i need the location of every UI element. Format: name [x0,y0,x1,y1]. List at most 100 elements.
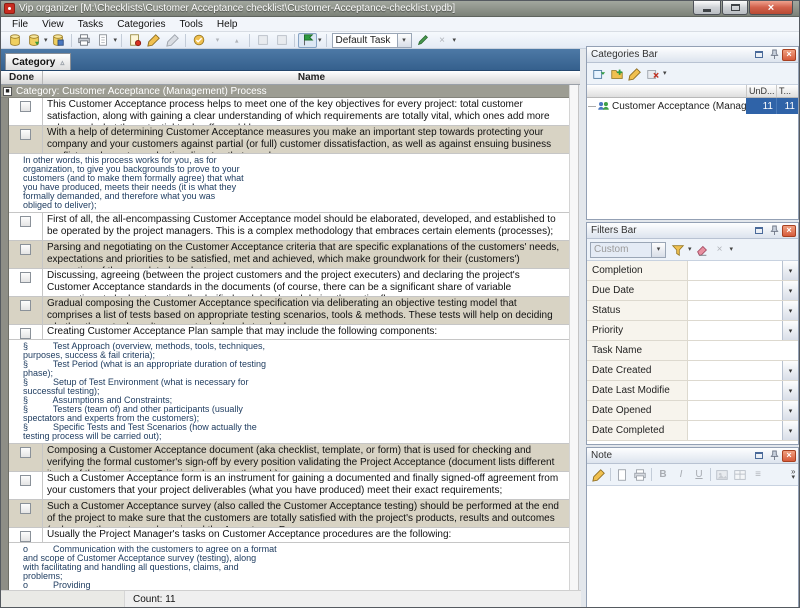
flag-caret-icon[interactable]: ▾ [317,37,323,44]
group-by-category-tab[interactable]: Category ▵ [5,53,71,70]
column-header-done[interactable]: Done [1,71,43,84]
task-row[interactable]: Parsing and negotiating on the Customer … [9,241,569,269]
task-note-row[interactable]: In other words, this process works for y… [9,154,569,213]
clear-filter-button[interactable] [693,241,711,258]
apply-filter-button[interactable] [669,241,687,258]
task-row[interactable]: Discussing, agreeing (between the projec… [9,269,569,297]
filter-value-status[interactable] [688,301,782,320]
note-toolbar-overflow-button[interactable]: » ▾ [790,469,796,481]
open-database-button[interactable] [24,33,43,48]
task-row[interactable]: Composing a Customer Acceptance document… [9,444,569,472]
underline-button[interactable]: U [690,466,708,483]
task-checkbox[interactable] [20,272,31,283]
italic-button[interactable]: I [672,466,690,483]
collapse-icon[interactable]: ■ [3,87,12,96]
filter-drop-button[interactable]: ▾ [782,281,798,300]
task-checkbox[interactable] [20,503,31,514]
bullet-list-button[interactable]: ≡ [749,466,767,483]
edit-category-button[interactable] [626,65,644,82]
filters-pin-button[interactable] [767,225,781,237]
filter-value-completion[interactable] [688,261,782,280]
edit-task-button[interactable] [144,33,163,48]
filter-value-date-last-modified[interactable] [688,381,782,400]
task-row[interactable]: First of all, the all-encompassing Custo… [9,213,569,241]
new-database-button[interactable] [5,33,24,48]
minimize-button[interactable] [693,1,721,15]
categories-toolbar-caret-icon[interactable]: ▾ [662,70,668,77]
filter-value-due-date[interactable] [688,281,782,300]
task-type-drop-button[interactable]: ▾ [398,33,412,48]
outdent-button[interactable] [272,33,291,48]
new-task-button[interactable] [125,33,144,48]
column-header-name[interactable]: Name [43,71,580,84]
new-category-button[interactable] [590,65,608,82]
filter-value-date-created[interactable] [688,361,782,380]
menu-help[interactable]: Help [210,18,245,31]
delete-task-button[interactable] [163,33,182,48]
move-up-button[interactable]: ▾ [227,33,246,48]
task-checkbox[interactable] [20,101,31,112]
task-row[interactable]: Gradual composing the Customer Acceptanc… [9,297,569,325]
task-row[interactable]: With a help of determining Customer Acce… [9,126,569,154]
task-checkbox[interactable] [20,447,31,458]
task-row[interactable]: Usually the Project Manager's tasks on C… [9,528,569,543]
task-checkbox[interactable] [20,531,31,542]
group-row[interactable]: ■ Category: Customer Acceptance (Managem… [1,85,569,98]
print-preview-button[interactable] [94,33,113,48]
close-button[interactable]: × [749,1,793,15]
note-close-button[interactable]: × [782,450,796,462]
task-checkbox[interactable] [20,475,31,486]
task-note-row[interactable]: § Test Approach (overview, methods, tool… [9,340,569,444]
menu-categories[interactable]: Categories [110,18,172,31]
print-note-button[interactable] [631,466,649,483]
bold-button[interactable]: B [654,466,672,483]
filter-drop-button[interactable]: ▾ [782,301,798,320]
categories-close-button[interactable]: × [782,49,796,61]
indent-button[interactable] [253,33,272,48]
print-caret-icon[interactable]: ▾ [113,37,119,44]
filter-value-date-completed[interactable] [688,421,782,440]
filter-preset-combo[interactable]: Custom ▾ [590,242,666,258]
add-subcategory-button[interactable] [608,65,626,82]
complete-task-button[interactable] [189,33,208,48]
task-row[interactable]: Such a Customer Acceptance survey (also … [9,500,569,528]
task-row[interactable]: This Customer Acceptance process helps t… [9,98,569,126]
task-type-combo[interactable]: Default Task ▾ [332,33,412,48]
task-checkbox[interactable] [20,129,31,140]
filter-drop-button[interactable]: ▾ [782,401,798,420]
assign-type-button[interactable] [414,33,433,48]
filter-drop-button[interactable]: ▾ [782,421,798,440]
flag-filter-button[interactable] [298,33,317,48]
menu-view[interactable]: View [35,18,71,31]
task-row[interactable]: Creating Customer Acceptance Plan sample… [9,325,569,340]
task-note-row[interactable]: o Communication with the customers to ag… [9,543,569,590]
task-checkbox[interactable] [20,244,31,255]
filter-value-priority[interactable] [688,321,782,340]
note-restore-button[interactable] [752,450,766,462]
filter-drop-button[interactable]: ▾ [782,261,798,280]
filter-value-task-name[interactable] [688,341,798,360]
delete-filter-button[interactable]: × [711,241,729,258]
task-checkbox[interactable] [20,300,31,311]
menu-tasks[interactable]: Tasks [71,18,111,31]
vertical-scrollbar[interactable] [569,85,579,590]
filters-toolbar-caret-icon[interactable]: ▾ [729,246,735,253]
filter-drop-button[interactable]: ▾ [782,361,798,380]
category-row[interactable]: Customer Acceptance (Management) Process… [587,98,798,114]
note-editor[interactable] [587,486,798,607]
maximize-button[interactable] [722,1,748,15]
clear-type-button[interactable]: × [433,33,452,48]
task-row[interactable]: Such a Customer Acceptance form is an in… [9,472,569,500]
move-down-button[interactable]: ▾ [208,33,227,48]
categories-pin-button[interactable] [767,49,781,61]
save-database-button[interactable] [49,33,68,48]
filter-preset-drop-button[interactable]: ▾ [652,242,666,258]
filter-value-date-opened[interactable] [688,401,782,420]
filters-restore-button[interactable] [752,225,766,237]
edit-note-button[interactable] [590,466,608,483]
task-checkbox[interactable] [20,216,31,227]
menu-file[interactable]: File [5,18,35,31]
print-button[interactable] [75,33,94,48]
new-note-button[interactable] [613,466,631,483]
categories-total-column[interactable]: T... [776,85,798,97]
